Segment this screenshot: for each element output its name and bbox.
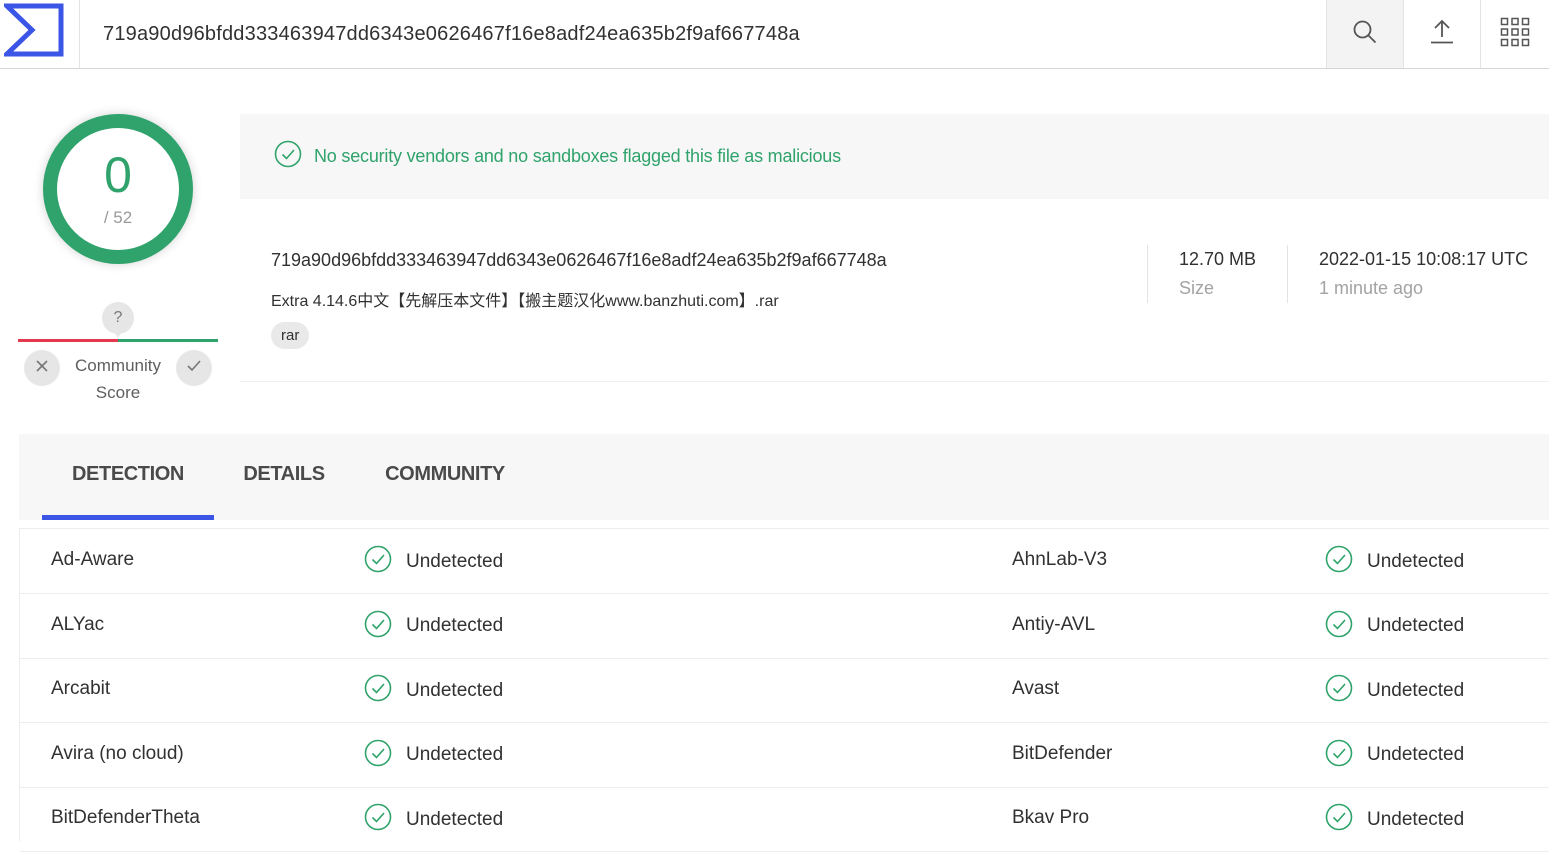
- detection-count: 0: [104, 147, 132, 203]
- analysis-relative-time: 1 minute ago: [1319, 278, 1424, 298]
- search-icon: [1352, 19, 1378, 50]
- file-type-tag[interactable]: rar: [271, 322, 310, 349]
- search-input[interactable]: [81, 0, 1325, 68]
- result-label: Undetected: [406, 808, 504, 830]
- detection-score-ring: 0 / 52: [43, 114, 193, 264]
- file-info-panel: 719a90d96bfdd333463947dd6343e0626467f16e…: [240, 199, 1549, 382]
- vendor-name: BitDefenderTheta: [51, 807, 200, 828]
- vote-harmless-button[interactable]: [176, 350, 212, 386]
- file-hash: 719a90d96bfdd333463947dd6343e0626467f16e…: [271, 250, 887, 270]
- tab-community[interactable]: COMMUNITY: [364, 434, 526, 520]
- community-score: ? Community Score: [18, 300, 218, 410]
- analysis-date: 2022-01-15 10:08:17 UTC: [1319, 249, 1529, 269]
- detection-result: Undetected: [1325, 545, 1464, 578]
- engine-total: / 52: [103, 208, 133, 227]
- vt-logo-icon[interactable]: [0, 0, 80, 68]
- tab-detection[interactable]: DETECTION: [42, 434, 214, 520]
- check-circle-icon: [1325, 803, 1353, 836]
- vendor-name: ALYac: [51, 613, 105, 635]
- vendor-name: Avast: [1012, 678, 1060, 699]
- vendor-name: Antiy-AVL: [1012, 613, 1096, 635]
- result-label: Undetected: [406, 550, 504, 572]
- community-bar-negative: [18, 339, 118, 342]
- detection-result: Undetected: [364, 674, 503, 707]
- community-bar-positive: [118, 339, 218, 342]
- check-circle-icon: [364, 610, 392, 643]
- vendor-name: Ad-Aware: [51, 549, 135, 570]
- table-row: Avira (no cloud) Undetected BitDefender Und…: [20, 723, 1549, 788]
- vendor-name: Avira (no cloud): [51, 742, 184, 764]
- detection-result: Undetected: [1325, 610, 1464, 643]
- result-label: Undetected: [1367, 808, 1465, 830]
- result-label: Undetected: [1367, 550, 1465, 572]
- detection-result: Undetected: [364, 739, 503, 772]
- vendor-name: Arcabit: [51, 678, 111, 699]
- top-bar: [0, 0, 1549, 69]
- check-icon: [186, 359, 202, 378]
- vote-harmful-button[interactable]: [24, 350, 60, 386]
- table-row: ALYac Undetected Antiy-AVL Undetected: [20, 594, 1549, 659]
- result-label: Undetected: [406, 615, 504, 636]
- detections-table: Ad-Aware Undetected AhnLab-V3 Undetected ALY…: [19, 528, 1549, 852]
- tab-bar: DETECTION DETAILS COMMUNITY: [19, 434, 1549, 520]
- table-row: Arcabit Undetected Avast Undetected: [20, 658, 1549, 723]
- divider: [1287, 245, 1288, 303]
- upload-button[interactable]: [1403, 0, 1480, 68]
- check-circle-icon: [1325, 610, 1353, 643]
- apps-grid-icon: [1500, 17, 1530, 52]
- close-icon: [35, 359, 49, 378]
- table-row: BitDefenderTheta Undetected Bkav Pro Undete…: [20, 787, 1549, 852]
- check-circle-icon: [1325, 739, 1353, 772]
- vendor-name: Bkav Pro: [1012, 807, 1090, 828]
- detection-result: Undetected: [1325, 739, 1464, 772]
- file-size-label: Size: [1179, 278, 1215, 298]
- result-label: Undetected: [406, 744, 504, 765]
- file-size: 12.70 MB: [1179, 249, 1257, 269]
- check-circle-icon: [364, 545, 392, 578]
- verdict-banner: No security vendors and no sandboxes fla…: [240, 114, 1549, 199]
- community-score-label: Community Score: [75, 356, 161, 402]
- check-circle-icon: [364, 803, 392, 836]
- detection-result: Undetected: [364, 610, 503, 643]
- active-tab-indicator: [42, 515, 214, 520]
- check-circle-icon: [364, 674, 392, 707]
- apps-button[interactable]: [1480, 0, 1549, 68]
- upload-icon: [1429, 19, 1455, 50]
- detection-result: Undetected: [364, 545, 503, 578]
- result-label: Undetected: [406, 679, 504, 701]
- divider: [1147, 245, 1148, 303]
- check-circle-icon: [274, 140, 302, 173]
- check-circle-icon: [1325, 674, 1353, 707]
- search-button[interactable]: [1326, 0, 1403, 68]
- file-name: Extra 4.14.6中文【先解压本文件】【搬主题汉化www.banzhuti…: [271, 293, 779, 310]
- table-row: Ad-Aware Undetected AhnLab-V3 Undetected: [20, 529, 1549, 594]
- verdict-text: No security vendors and no sandboxes fla…: [314, 146, 841, 166]
- vendor-name: BitDefender: [1012, 742, 1113, 764]
- detection-result: Undetected: [1325, 674, 1464, 707]
- result-label: Undetected: [1367, 615, 1465, 636]
- result-label: Undetected: [1367, 679, 1465, 701]
- result-label: Undetected: [1367, 744, 1465, 765]
- detection-result: Undetected: [364, 803, 503, 836]
- check-circle-icon: [364, 739, 392, 772]
- help-pointer: [112, 328, 124, 338]
- check-circle-icon: [1325, 545, 1353, 578]
- detection-result: Undetected: [1325, 803, 1464, 836]
- tab-details[interactable]: DETAILS: [229, 434, 339, 520]
- vendor-name: AhnLab-V3: [1012, 549, 1108, 570]
